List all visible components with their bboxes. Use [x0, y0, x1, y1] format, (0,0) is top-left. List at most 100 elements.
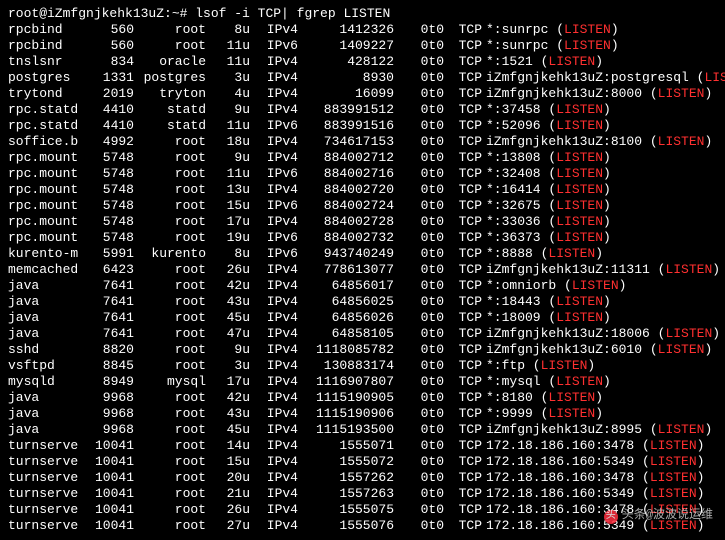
fd: 20u	[206, 470, 250, 486]
listen-state: LISTEN	[665, 326, 712, 342]
pid: 834	[86, 54, 134, 70]
listen-state: LISTEN	[548, 54, 595, 70]
pid: 9968	[86, 390, 134, 406]
t: TCP	[444, 390, 482, 406]
terminal[interactable]: root@iZmfgnjkehk13uZ:~# lsof -i TCP| fgr…	[0, 0, 725, 540]
output-row: mysqld8949mysql17uIPv411169078070t0TCP*:…	[8, 374, 717, 390]
listen-state: LISTEN	[556, 182, 603, 198]
pid: 10041	[86, 454, 134, 470]
fd: 3u	[206, 358, 250, 374]
proto: IPv4	[250, 454, 298, 470]
dev: 0t0	[394, 406, 444, 422]
proto: IPv4	[250, 470, 298, 486]
dev: 0t0	[394, 358, 444, 374]
t: TCP	[444, 470, 482, 486]
shell-prompt: root@iZmfgnjkehk13uZ:~# lsof -i TCP| fgr…	[8, 6, 717, 22]
listen-state: LISTEN	[650, 454, 697, 470]
fd: 3u	[206, 70, 250, 86]
fd: 9u	[206, 102, 250, 118]
conn-name: iZmfgnjkehk13uZ:postgresql (LISTEN)	[482, 70, 725, 86]
pid: 8845	[86, 358, 134, 374]
dev: 0t0	[394, 438, 444, 454]
user: root	[134, 214, 206, 230]
user: root	[134, 406, 206, 422]
node: 1555071	[298, 438, 394, 454]
listen-state: LISTEN	[556, 166, 603, 182]
t: TCP	[444, 518, 482, 534]
output-row: rpc.mount5748root11uIPv68840027160t0TCP*…	[8, 166, 717, 182]
dev: 0t0	[394, 150, 444, 166]
output-row: java7641root45uIPv4648560260t0TCP*:18009…	[8, 310, 717, 326]
user: root	[134, 326, 206, 342]
fd: 4u	[206, 86, 250, 102]
t: TCP	[444, 438, 482, 454]
listen-state: LISTEN	[556, 102, 603, 118]
listen-state: LISTEN	[704, 70, 725, 86]
cmd: rpc.mount	[8, 150, 86, 166]
listen-state: LISTEN	[658, 86, 705, 102]
conn-name: *:8888 (LISTEN)	[482, 246, 603, 262]
pid: 1331	[86, 70, 134, 86]
dev: 0t0	[394, 278, 444, 294]
pid: 8820	[86, 342, 134, 358]
cmd: turnserve	[8, 470, 86, 486]
pid: 10041	[86, 502, 134, 518]
node: 1557262	[298, 470, 394, 486]
proto: IPv4	[250, 102, 298, 118]
t: TCP	[444, 342, 482, 358]
user: root	[134, 422, 206, 438]
node: 883991516	[298, 118, 394, 134]
user: tryton	[134, 86, 206, 102]
output-row: rpcbind560root11uIPv614092270t0TCP*:sunr…	[8, 38, 717, 54]
listen-state: LISTEN	[548, 406, 595, 422]
output-row: tnslsnr834oracle11uIPv44281220t0TCP*:152…	[8, 54, 717, 70]
conn-name: iZmfgnjkehk13uZ:8000 (LISTEN)	[482, 86, 712, 102]
pid: 6423	[86, 262, 134, 278]
node: 1409227	[298, 38, 394, 54]
listen-state: LISTEN	[564, 38, 611, 54]
dev: 0t0	[394, 326, 444, 342]
user: root	[134, 438, 206, 454]
node: 1555072	[298, 454, 394, 470]
cmd: turnserve	[8, 454, 86, 470]
t: TCP	[444, 150, 482, 166]
node: 884002732	[298, 230, 394, 246]
cmd: rpcbind	[8, 38, 86, 54]
fd: 26u	[206, 262, 250, 278]
cmd: rpc.mount	[8, 166, 86, 182]
pid: 7641	[86, 278, 134, 294]
proto: IPv4	[250, 278, 298, 294]
user: root	[134, 262, 206, 278]
conn-name: iZmfgnjkehk13uZ:6010 (LISTEN)	[482, 342, 712, 358]
pid: 5748	[86, 166, 134, 182]
proto: IPv6	[250, 38, 298, 54]
cmd: rpc.mount	[8, 230, 86, 246]
output-row: java7641root47uIPv4648581050t0TCPiZmfgnj…	[8, 326, 717, 342]
cmd: rpc.statd	[8, 118, 86, 134]
user: root	[134, 22, 206, 38]
output-row: rpcbind560root8uIPv414123260t0TCP*:sunrp…	[8, 22, 717, 38]
listen-state: LISTEN	[541, 358, 588, 374]
listen-state: LISTEN	[556, 310, 603, 326]
proto: IPv4	[250, 502, 298, 518]
proto: IPv4	[250, 342, 298, 358]
user: root	[134, 518, 206, 534]
conn-name: iZmfgnjkehk13uZ:11311 (LISTEN)	[482, 262, 720, 278]
listen-state: LISTEN	[556, 294, 603, 310]
conn-name: *:16414 (LISTEN)	[482, 182, 611, 198]
conn-name: *:18009 (LISTEN)	[482, 310, 611, 326]
dev: 0t0	[394, 134, 444, 150]
user: root	[134, 390, 206, 406]
listen-state: LISTEN	[556, 150, 603, 166]
cmd: rpcbind	[8, 22, 86, 38]
fd: 9u	[206, 150, 250, 166]
fd: 11u	[206, 54, 250, 70]
proto: IPv4	[250, 86, 298, 102]
cmd: trytond	[8, 86, 86, 102]
proto: IPv4	[250, 310, 298, 326]
proto: IPv6	[250, 246, 298, 262]
conn-name: *:32675 (LISTEN)	[482, 198, 611, 214]
node: 1557263	[298, 486, 394, 502]
user: postgres	[134, 70, 206, 86]
fd: 43u	[206, 294, 250, 310]
